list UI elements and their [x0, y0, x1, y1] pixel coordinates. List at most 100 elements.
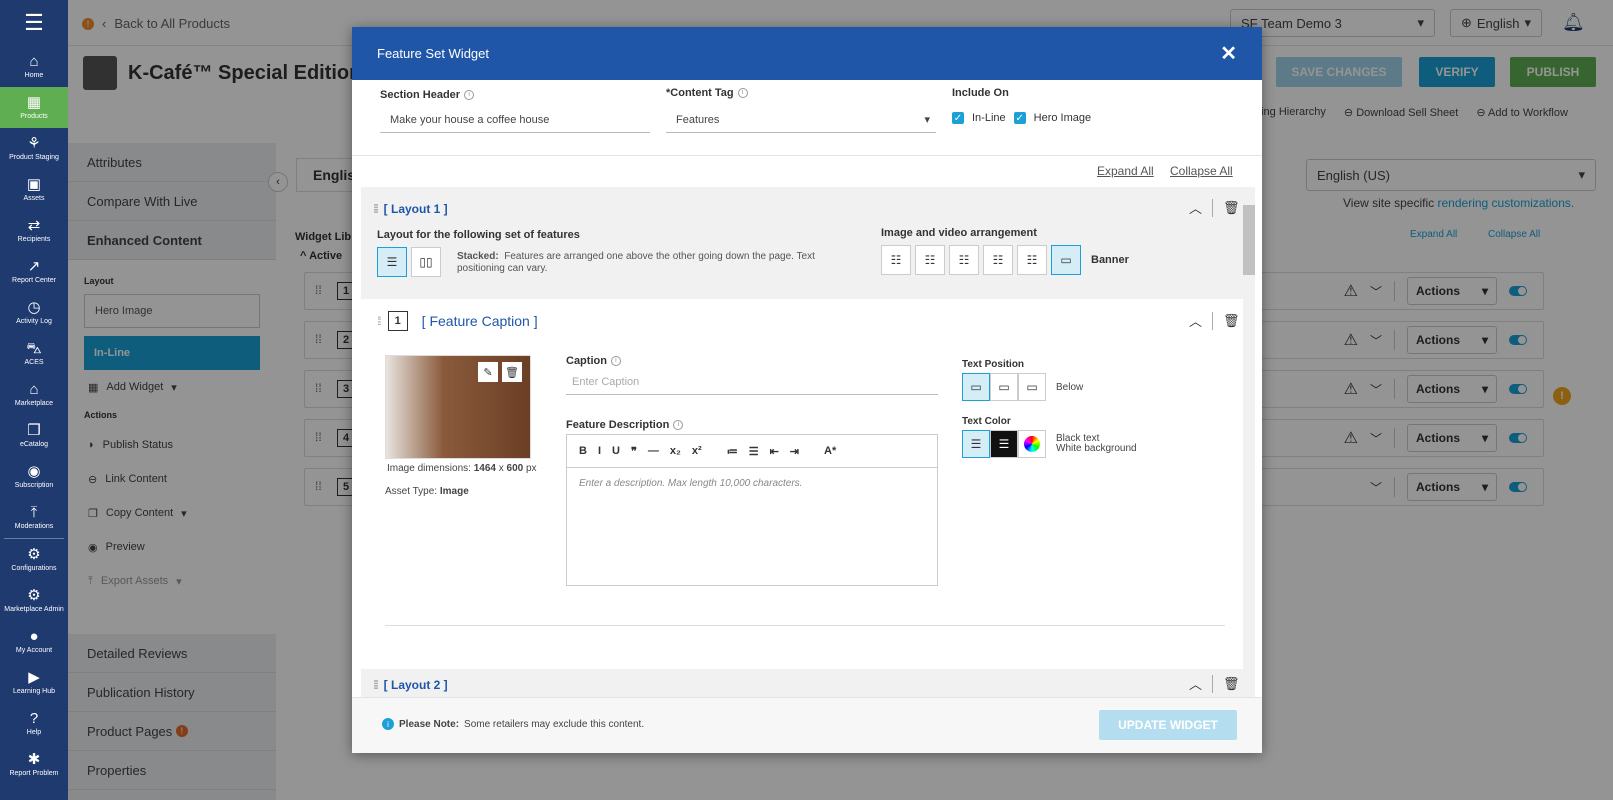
chevron-down-icon[interactable]: ﹀: [1370, 332, 1382, 349]
main-expand-all[interactable]: Expand All: [1410, 229, 1457, 240]
main-collapse-all[interactable]: Collapse All: [1488, 229, 1540, 240]
active-toggle-switch[interactable]: [1509, 482, 1527, 492]
superscript-icon[interactable]: x²: [692, 445, 702, 457]
text-none-icon[interactable]: ▭: [1018, 373, 1046, 401]
drag-handle-icon[interactable]: ⁞⁞: [315, 332, 322, 346]
drag-handle-icon[interactable]: ⁞⁞: [315, 283, 322, 297]
hero-image-checkbox[interactable]: ✓: [1013, 112, 1026, 124]
chevron-down-icon[interactable]: ﹀: [1370, 283, 1382, 300]
actions-dropdown[interactable]: Actions ▾: [1407, 473, 1497, 501]
text-overlay-left-icon[interactable]: ▭: [990, 373, 1018, 401]
tab-attributes[interactable]: Attributes: [68, 143, 276, 182]
hierarchy-link[interactable]: ging Hierarchy: [1255, 106, 1326, 119]
preview-link[interactable]: ◉ Preview: [84, 530, 260, 564]
drag-handle-icon[interactable]: ⁞⁞: [377, 314, 381, 328]
trash-icon[interactable]: 🗑︎: [1223, 676, 1240, 692]
nav-item-home[interactable]: ⌂ Home: [0, 46, 68, 87]
active-toggle-switch[interactable]: [1509, 384, 1527, 394]
chevron-down-icon[interactable]: ﹀: [1370, 381, 1382, 398]
content-tag-select[interactable]: Features ▾: [666, 107, 936, 133]
inline-checkbox[interactable]: ✓: [952, 112, 964, 124]
nav-item-learning-hub[interactable]: ▶ Learning Hub: [0, 662, 68, 703]
update-widget-button[interactable]: UPDATE WIDGET: [1099, 710, 1237, 740]
color-wheel-icon[interactable]: [1018, 430, 1046, 458]
chevron-up-icon[interactable]: ︿: [1189, 198, 1202, 217]
tab-product-pages[interactable]: Product Pages !: [68, 712, 276, 751]
back-link[interactable]: ! ‹ Back to All Products: [82, 16, 230, 31]
scrollbar[interactable]: [1243, 187, 1255, 697]
banner-arrangement-icon[interactable]: ▭: [1051, 245, 1081, 275]
add-to-workflow-link[interactable]: ⊖ Add to Workflow: [1476, 106, 1568, 119]
nav-item-marketplace[interactable]: ⌂ Marketplace: [0, 374, 68, 415]
subscript-icon[interactable]: x₂: [670, 445, 681, 457]
nav-item-marketplace-admin[interactable]: ⚙ Marketplace Admin: [0, 580, 68, 621]
trash-icon[interactable]: 🗑︎: [1223, 200, 1240, 216]
feature-image[interactable]: ✎ 🗑︎: [385, 355, 531, 459]
add-widget-button[interactable]: ▦ Add Widget ▾: [84, 370, 260, 404]
publish-button[interactable]: PUBLISH: [1510, 57, 1596, 87]
chevron-down-icon[interactable]: ﹀: [1370, 479, 1382, 496]
arrangement-2-icon[interactable]: ☷: [915, 245, 945, 275]
arrangement-3-icon[interactable]: ☷: [949, 245, 979, 275]
nav-item-aces[interactable]: ⛍ ACES: [0, 333, 68, 374]
app-logo-icon[interactable]: ☰: [0, 0, 68, 46]
actions-dropdown[interactable]: Actions ▾: [1407, 277, 1497, 305]
download-sell-sheet-link[interactable]: ⊖ Download Sell Sheet: [1344, 106, 1458, 119]
nav-item-recipients[interactable]: ⇄ Recipients: [0, 210, 68, 251]
copy-content-link[interactable]: ❐ Copy Content ▾: [84, 496, 260, 530]
close-icon[interactable]: ✕: [1220, 41, 1237, 66]
chevron-up-icon[interactable]: ︿: [1189, 674, 1202, 693]
ordered-list-icon[interactable]: ≔: [727, 445, 738, 458]
bell-icon[interactable]: 🔔︎: [1562, 12, 1585, 33]
link-content-link[interactable]: ⊖ Link Content: [84, 462, 260, 496]
pencil-icon[interactable]: ✎: [478, 362, 498, 382]
layout-item-inline[interactable]: In-Line: [84, 336, 260, 370]
stacked-layout-icon[interactable]: ☰: [377, 247, 407, 277]
layouts-scroll-area[interactable]: ⁞⁞ [ Layout 1 ] ︿ 🗑︎ Layout for the follo…: [361, 187, 1243, 697]
arrangement-5-icon[interactable]: ☷: [1017, 245, 1047, 275]
actions-dropdown[interactable]: Actions ▾: [1407, 375, 1497, 403]
nav-item-report-center[interactable]: ↗ Report Center: [0, 251, 68, 292]
side-by-side-layout-icon[interactable]: ▯▯: [411, 247, 441, 277]
trash-icon[interactable]: 🗑︎: [1223, 313, 1240, 329]
actions-dropdown[interactable]: Actions ▾: [1407, 326, 1497, 354]
active-toggle-switch[interactable]: [1509, 335, 1527, 345]
section-header-input[interactable]: Make your house a coffee house: [380, 107, 650, 133]
bold-icon[interactable]: B: [579, 445, 587, 457]
layout-item-hero-image[interactable]: Hero Image: [84, 294, 260, 328]
white-on-black-icon[interactable]: ☰: [990, 430, 1018, 458]
active-toggle-switch[interactable]: [1509, 433, 1527, 443]
nav-item-moderations[interactable]: ⤒ Moderations: [0, 497, 68, 538]
language-select[interactable]: ⊕ English ▾: [1450, 9, 1542, 37]
tab-enhanced-content[interactable]: Enhanced Content: [68, 221, 276, 260]
actions-dropdown[interactable]: Actions ▾: [1407, 424, 1497, 452]
arrangement-1-icon[interactable]: ☷: [881, 245, 911, 275]
chevron-up-icon[interactable]: ︿: [1189, 311, 1202, 330]
scrollbar-thumb[interactable]: [1243, 205, 1255, 275]
locale-select[interactable]: English (US) ▾: [1306, 159, 1596, 191]
modal-collapse-all[interactable]: Collapse All: [1170, 164, 1233, 178]
trash-icon[interactable]: 🗑︎: [502, 362, 522, 382]
tab-compare-with-live[interactable]: Compare With Live: [68, 182, 276, 221]
nav-item-my-account[interactable]: ● My Account: [0, 621, 68, 662]
indent-icon[interactable]: ⇥: [790, 445, 799, 458]
horizontal-rule-icon[interactable]: —: [648, 445, 659, 457]
active-toggle-switch[interactable]: [1509, 286, 1527, 296]
nav-item-help[interactable]: ? Help: [0, 703, 68, 744]
underline-icon[interactable]: U: [612, 445, 620, 457]
save-changes-button[interactable]: SAVE CHANGES: [1276, 57, 1402, 87]
black-on-white-icon[interactable]: ☰: [962, 430, 990, 458]
drag-handle-icon[interactable]: ⁞⁞: [315, 381, 322, 395]
nav-item-subscription[interactable]: ◉ Subscription: [0, 456, 68, 497]
nav-item-assets[interactable]: ▣ Assets: [0, 169, 68, 210]
export-assets-link[interactable]: ⤒ Export Assets ▾: [84, 564, 260, 598]
nav-item-product-staging[interactable]: ⚘ Product Staging: [0, 128, 68, 169]
drag-handle-icon[interactable]: ⁞⁞: [315, 430, 322, 444]
verify-button[interactable]: VERIFY: [1419, 57, 1495, 87]
nav-item-ecatalog[interactable]: ❒ eCatalog: [0, 415, 68, 456]
arrangement-4-icon[interactable]: ☷: [983, 245, 1013, 275]
active-toggle[interactable]: ^ Active: [300, 250, 342, 262]
publish-status-link[interactable]: ◗ Publish Status: [84, 428, 260, 462]
caption-input[interactable]: Enter Caption: [566, 369, 938, 395]
nav-item-report-problem[interactable]: ✱ Report Problem: [0, 744, 68, 785]
